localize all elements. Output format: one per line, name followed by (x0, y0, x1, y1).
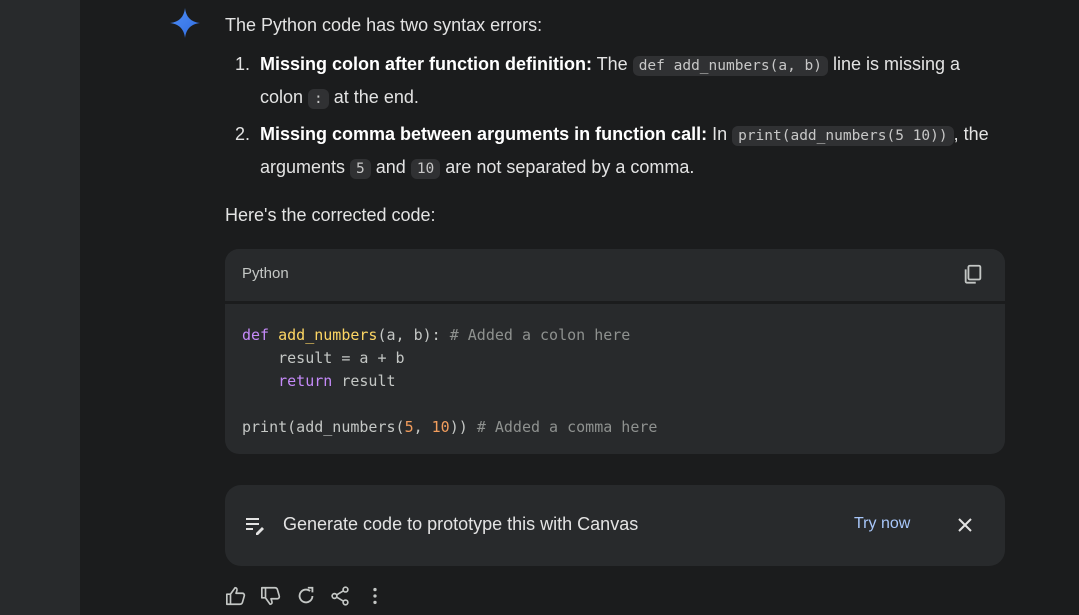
thumbs-down-icon[interactable] (260, 585, 282, 607)
inline-code: print(add_numbers(5 10)) (732, 126, 954, 146)
code-text: result (332, 372, 396, 390)
code-text: (a, b): (377, 326, 450, 344)
thumbs-up-icon[interactable] (225, 585, 247, 607)
code-text: result = a + b (242, 349, 405, 367)
code-number: 5 (404, 418, 414, 436)
close-icon[interactable] (956, 516, 974, 534)
error-item-2: 2. Missing comma between arguments in fu… (235, 119, 1005, 185)
code-header: Python (225, 249, 1005, 304)
error-text: at the end. (328, 87, 419, 107)
canvas-prompt-text: Generate code to prototype this with Can… (283, 514, 639, 534)
sparkle-icon (170, 8, 200, 38)
code-number: 10 (431, 418, 450, 436)
more-vert-icon[interactable] (364, 585, 386, 607)
inline-code: : (308, 89, 329, 109)
inline-code: 5 (350, 159, 371, 179)
code-keyword: def (242, 326, 270, 344)
canvas-edit-icon (246, 518, 264, 535)
code-text: , (413, 418, 432, 436)
error-title: Missing comma between arguments in funct… (260, 124, 708, 144)
list-number: 1. (235, 54, 251, 74)
code-comment: # Added a colon here (449, 326, 631, 344)
canvas-suggestion-card: Generate code to prototype this with Can… (225, 485, 1005, 566)
code-text: )) (449, 418, 477, 436)
copy-icon[interactable] (962, 263, 984, 285)
error-text: In (707, 124, 733, 144)
code-comment: # Added a comma here (476, 418, 658, 436)
error-item-1: 1. Missing colon after function definiti… (235, 49, 1005, 115)
response-intro: The Python code has two syntax errors: (225, 15, 543, 35)
list-number: 2. (235, 124, 251, 144)
left-sidebar (0, 0, 80, 615)
error-text: are not separated by a comma. (440, 157, 695, 177)
code-block: Python def add_numbers(a, b): # Added a … (225, 249, 1005, 454)
refresh-icon[interactable] (295, 585, 317, 607)
error-title: Missing colon after function definition: (260, 54, 592, 74)
inline-code: 10 (410, 159, 441, 179)
code-language-label: Python (242, 265, 289, 282)
try-now-button[interactable]: Try now (854, 515, 910, 533)
code-keyword: return (278, 372, 333, 390)
code-text: print(add_numbers( (242, 418, 405, 436)
code-content: def add_numbers(a, b): # Added a colon h… (225, 304, 1005, 454)
error-text: and (370, 157, 411, 177)
error-text: The (591, 54, 633, 74)
code-function-name: add_numbers (278, 326, 378, 344)
inline-code: def add_numbers(a, b) (632, 56, 829, 76)
share-icon[interactable] (329, 585, 351, 607)
corrected-intro: Here's the corrected code: (225, 205, 436, 225)
